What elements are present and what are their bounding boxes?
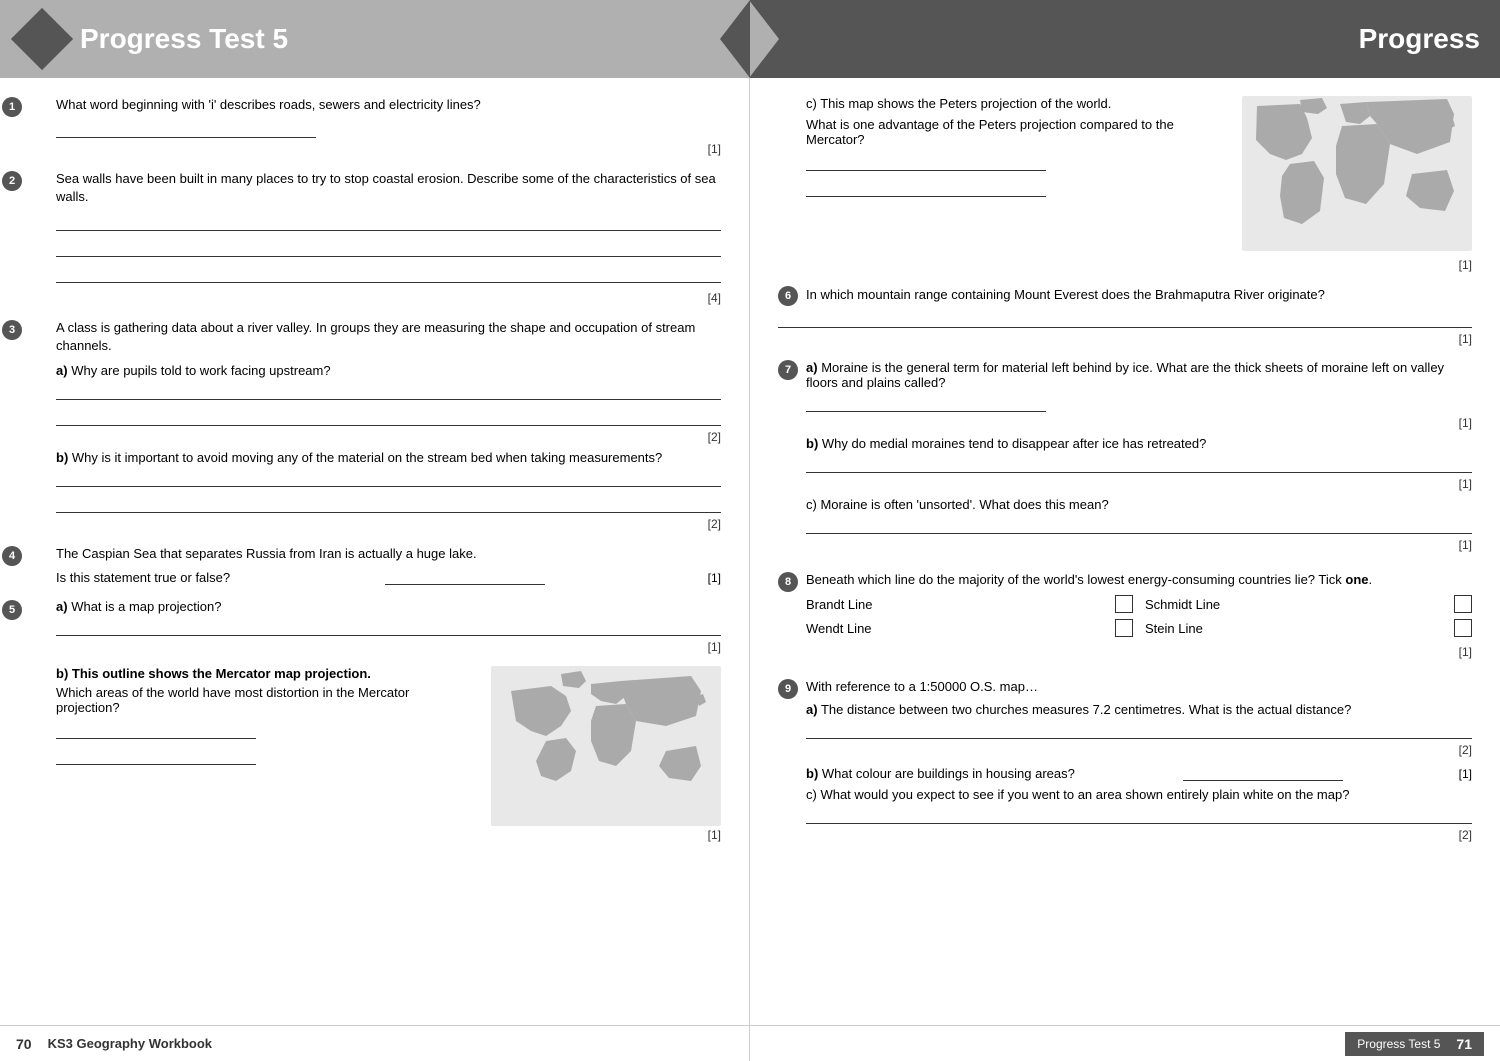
q7a-mark: [1] [806, 416, 1472, 430]
q3b-text: Why is it important to avoid moving any … [72, 450, 662, 465]
q3a-mark: [2] [56, 430, 721, 444]
q2-mark: [4] [56, 291, 721, 305]
q3b-label: b) [56, 450, 68, 465]
q8-checkbox2[interactable] [1454, 595, 1472, 613]
left-header-title: Progress Test 5 [80, 23, 288, 55]
q8-number: 8 [778, 572, 798, 592]
question-7: 7 a) Moraine is the general term for mat… [778, 360, 1472, 558]
q9-number: 9 [778, 679, 798, 699]
right-content: c) This map shows the Peters projection … [750, 96, 1500, 1025]
q8-opt3: Wendt Line [806, 621, 1103, 636]
q7c-text: Moraine is often 'unsorted'. What does t… [820, 497, 1108, 512]
q1-mark: [1] [56, 142, 721, 156]
q2-text: Sea walls have been built in many places… [56, 170, 721, 206]
q5-number: 5 [2, 600, 22, 620]
question-9: 9 With reference to a 1:50000 O.S. map… … [778, 679, 1472, 848]
q5b-question: Which areas of the world have most disto… [56, 685, 475, 715]
q7c-label: c) [806, 497, 820, 512]
q5a-text: What is a map projection? [71, 599, 221, 614]
q3a-text: Why are pupils told to work facing upstr… [71, 363, 330, 378]
q5c-intro: c) This map shows the Peters projection … [806, 96, 1226, 111]
q9a-text: The distance between two churches measur… [821, 702, 1351, 717]
footer-left-page-num: 70 [16, 1036, 32, 1052]
q7a-label: a) [806, 360, 818, 375]
q8-opt4: Stein Line [1145, 621, 1442, 636]
peters-map [1242, 96, 1472, 256]
q1-text: What word beginning with 'i' describes r… [56, 96, 721, 114]
q1-number: 1 [2, 97, 22, 117]
q3-number: 3 [2, 320, 22, 340]
q9c-text: What would you expect to see if you went… [820, 787, 1349, 802]
q5b-heading: b) This outline shows the Mercator map p… [56, 666, 475, 681]
left-header: Progress Test 5 [0, 0, 749, 78]
q3-text: A class is gathering data about a river … [56, 319, 721, 355]
q9-intro: With reference to a 1:50000 O.S. map… [806, 679, 1038, 694]
footer-left-title: KS3 Geography Workbook [48, 1036, 212, 1051]
q6-text: In which mountain range containing Mount… [806, 286, 1472, 304]
q8-checkbox3[interactable] [1115, 619, 1133, 637]
q8-checkbox1[interactable] [1115, 595, 1133, 613]
q9b-text: b) What colour are buildings in housing … [806, 766, 1075, 781]
footer-right-page-num: 71 [1456, 1036, 1472, 1052]
footer-left: 70 KS3 Geography Workbook [0, 1026, 750, 1061]
q8-opt1: Brandt Line [806, 597, 1103, 612]
q8-mark: [1] [806, 645, 1472, 659]
q6-number: 6 [778, 286, 798, 306]
q7c-mark: [1] [806, 538, 1472, 552]
q4-number: 4 [2, 546, 22, 566]
q7-number: 7 [778, 360, 798, 380]
q3a-label: a) [56, 363, 68, 378]
header-diamond-icon [11, 8, 73, 70]
q6-mark: [1] [778, 332, 1472, 346]
q4-inline: Is this statement true or false? [56, 570, 230, 585]
q2-number: 2 [2, 171, 22, 191]
footer-right: Progress Test 5 71 [750, 1026, 1500, 1061]
left-content: 1 What word beginning with 'i' describes… [0, 96, 749, 1025]
q7b-mark: [1] [806, 477, 1472, 491]
q9b-mark: [1] [1459, 767, 1472, 781]
question-2: 2 Sea walls have been built in many plac… [28, 170, 721, 304]
q9c-mark: [2] [806, 828, 1472, 842]
footer: 70 KS3 Geography Workbook Progress Test … [0, 1025, 1500, 1061]
q5b-mark: [1] [56, 828, 721, 842]
q5c-mark: [1] [806, 258, 1472, 272]
right-header: Progress [750, 0, 1500, 78]
q5a-mark: [1] [56, 640, 721, 654]
q7b-text: Why do medial moraines tend to disappear… [822, 436, 1206, 451]
q3b-mark: [2] [56, 517, 721, 531]
question-6: 6 In which mountain range containing Mou… [778, 286, 1472, 346]
question-4: 4 The Caspian Sea that separates Russia … [28, 545, 721, 585]
q9a-label: a) [806, 702, 818, 717]
question-3: 3 A class is gathering data about a rive… [28, 319, 721, 531]
mercator-map [491, 666, 721, 826]
q7a-text: Moraine is the general term for material… [806, 360, 1444, 390]
q8-text: Beneath which line do the majority of th… [806, 572, 1372, 587]
right-header-title: Progress [1359, 23, 1480, 55]
q5c-question: What is one advantage of the Peters proj… [806, 117, 1226, 147]
question-5: 5 a) What is a map projection? [1] [28, 599, 721, 842]
q8-opt2: Schmidt Line [1145, 597, 1442, 612]
footer-right-inner: Progress Test 5 71 [1345, 1032, 1484, 1056]
q8-checkbox4[interactable] [1454, 619, 1472, 637]
q5a-label: a) [56, 599, 68, 614]
q9a-mark: [2] [806, 743, 1472, 757]
question-8: 8 Beneath which line do the majority of … [778, 572, 1472, 665]
q4-text: The Caspian Sea that separates Russia fr… [56, 545, 721, 563]
footer-right-label: Progress Test 5 [1357, 1037, 1440, 1051]
q7b-label: b) [806, 436, 818, 451]
question-1: 1 What word beginning with 'i' describes… [28, 96, 721, 156]
question-5c: c) This map shows the Peters projection … [778, 96, 1472, 272]
q4-mark: [1] [708, 571, 721, 585]
q9c-label: c) [806, 787, 820, 802]
